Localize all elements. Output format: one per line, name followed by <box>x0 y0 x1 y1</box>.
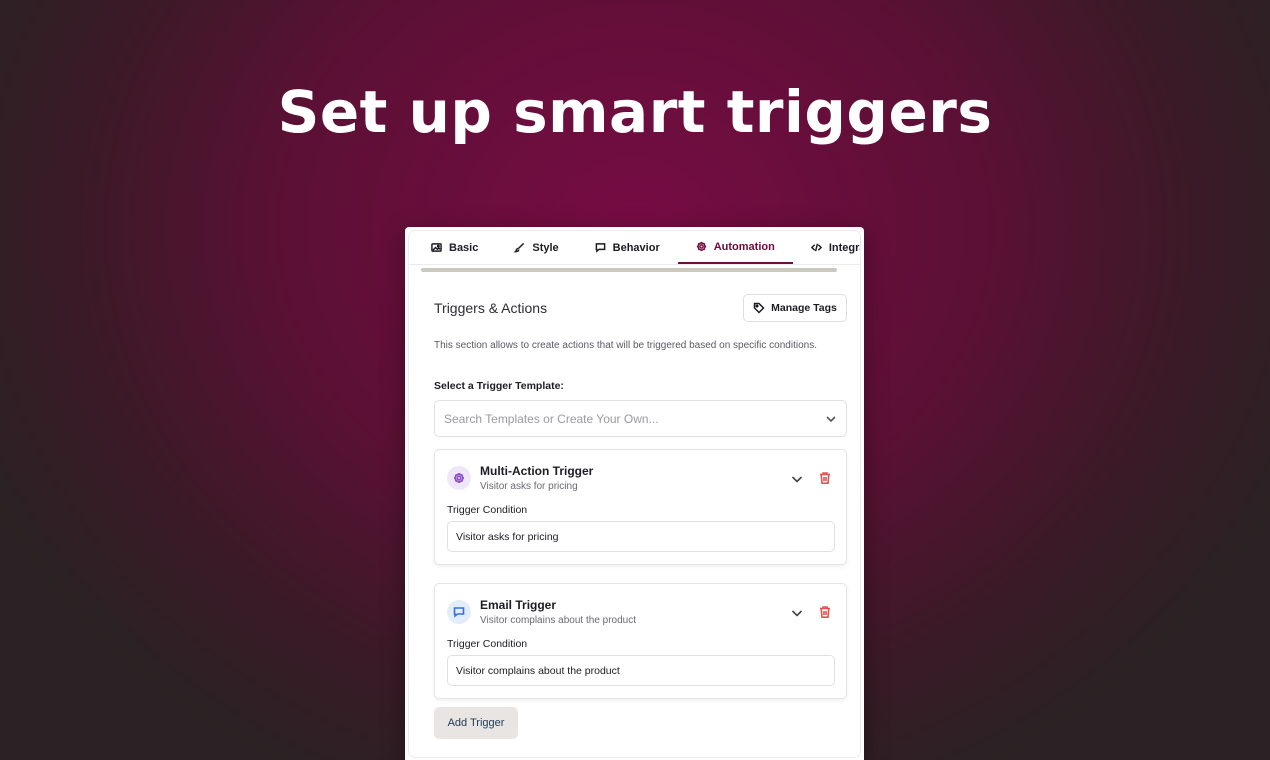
triggers-section: Triggers & Actions Manage Tags This sect… <box>434 288 847 739</box>
trigger-condition-label: Trigger Condition <box>447 504 528 516</box>
trigger-type-icon <box>447 600 471 624</box>
trigger-card-email: Email Trigger Visitor complains about th… <box>434 583 847 699</box>
manage-tags-button[interactable]: Manage Tags <box>743 294 847 322</box>
tab-integrations[interactable]: Integratio <box>793 231 860 264</box>
gear-icon <box>454 473 464 483</box>
trigger-subtitle: Visitor complains about the product <box>480 615 637 626</box>
expand-trigger-button[interactable] <box>790 606 804 620</box>
settings-card: Basic Style Behavior Automation Integrat… <box>405 227 864 760</box>
delete-trigger-button[interactable] <box>818 471 832 485</box>
tab-label: Automation <box>713 240 775 253</box>
trigger-condition-label: Trigger Condition <box>447 638 528 650</box>
template-select-label: Select a Trigger Template: <box>434 380 564 392</box>
tab-label: Basic <box>449 241 479 254</box>
brush-icon <box>514 242 525 253</box>
trigger-card-multi-action: Multi-Action Trigger Visitor asks for pr… <box>434 449 847 565</box>
trigger-name: Email Trigger <box>480 598 557 612</box>
tab-label: Integratio <box>828 241 860 254</box>
tab-style[interactable]: Style <box>496 231 576 264</box>
trigger-condition-input[interactable]: Visitor asks for pricing <box>447 521 835 552</box>
template-select-placeholder: Search Templates or Create Your Own... <box>444 411 659 426</box>
add-trigger-button[interactable]: Add Trigger <box>434 707 518 739</box>
image-icon <box>431 243 442 252</box>
expand-trigger-button[interactable] <box>790 472 804 486</box>
chevron-down-icon <box>791 476 803 483</box>
section-header: Triggers & Actions Manage Tags <box>434 288 847 328</box>
chevron-down-icon <box>791 610 803 617</box>
trash-icon <box>820 472 830 484</box>
chat-icon <box>453 607 465 618</box>
trigger-condition-input[interactable]: Visitor complains about the product <box>447 655 835 686</box>
trigger-name: Multi-Action Trigger <box>480 464 594 478</box>
section-title: Triggers & Actions <box>434 300 548 316</box>
settings-panel: Basic Style Behavior Automation Integrat… <box>409 231 860 757</box>
chat-icon <box>595 243 606 253</box>
trash-icon <box>820 606 830 618</box>
tab-label: Behavior <box>612 241 660 254</box>
delete-trigger-button[interactable] <box>818 605 832 619</box>
tab-basic[interactable]: Basic <box>409 231 496 264</box>
gear-icon <box>696 241 706 252</box>
manage-tags-label: Manage Tags <box>771 302 837 314</box>
trigger-subtitle: Visitor asks for pricing <box>480 481 578 492</box>
code-icon <box>810 243 822 252</box>
tab-bar: Basic Style Behavior Automation Integrat… <box>409 231 860 265</box>
section-description: This section allows to create actions th… <box>434 340 817 351</box>
trigger-type-icon <box>447 466 471 490</box>
template-select[interactable]: Search Templates or Create Your Own... <box>434 400 847 437</box>
horizontal-scrollbar[interactable] <box>421 268 837 272</box>
page-headline: Set up smart triggers <box>277 78 993 146</box>
tab-behavior[interactable]: Behavior <box>577 231 678 264</box>
tag-icon <box>753 302 765 314</box>
tab-label: Style <box>532 241 559 254</box>
chevron-down-icon <box>826 415 836 422</box>
tab-automation[interactable]: Automation <box>677 231 793 264</box>
